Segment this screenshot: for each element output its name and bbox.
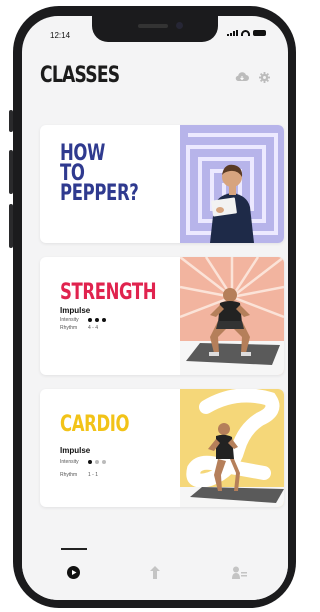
card-title: CARDIO (60, 412, 130, 437)
status-time: 12:14 (50, 31, 71, 40)
wifi-icon (241, 30, 250, 36)
gear-icon[interactable] (259, 72, 270, 83)
status-icons (227, 30, 266, 36)
intensity-label: Intensity (60, 459, 79, 465)
intensity-dots (88, 317, 106, 323)
front-camera (176, 22, 183, 29)
strength-exercise-image (180, 257, 284, 375)
speaker (138, 24, 168, 28)
active-tab-indicator (61, 548, 87, 550)
tab-profile[interactable] (232, 566, 247, 584)
card-title: HOW TO PEPPER? (60, 141, 139, 206)
rhythm-label: Rhythm (60, 325, 78, 331)
intensity-row: Intensity (60, 317, 106, 323)
volume-up-button (9, 150, 13, 194)
bottom-tab-bar (22, 548, 288, 600)
class-card-how-to-pepper[interactable]: HOW TO PEPPER? (40, 125, 284, 243)
rhythm-row: Rhythm 1 - 1 (60, 472, 98, 478)
cardio-exercise-image (180, 389, 284, 507)
tab-play[interactable] (67, 566, 80, 584)
intensity-label: Intensity (60, 317, 79, 323)
class-name: Impulse (60, 446, 91, 455)
signal-icon (227, 30, 238, 36)
app-screen: 12:14 CLASSES HOW TO PEPPER? STRENGTH Im… (22, 16, 288, 600)
class-card-strength[interactable]: STRENGTH Impulse Intensity Rhythm 4 - 4 (40, 257, 284, 375)
profile-list-icon (232, 566, 247, 583)
rhythm-label: Rhythm (60, 472, 78, 478)
rhythm-value: 1 - 1 (88, 472, 99, 478)
rhythm-row: Rhythm 4 - 4 (60, 325, 98, 331)
upload-arrow-icon (150, 566, 160, 583)
battery-icon (253, 30, 266, 36)
tab-upload[interactable] (150, 566, 160, 584)
intensity-dots (88, 459, 106, 465)
play-icon (67, 566, 80, 583)
volume-down-button (9, 204, 13, 248)
cloud-download-icon[interactable] (235, 72, 249, 83)
card-title: STRENGTH (60, 280, 157, 305)
header-actions (235, 72, 270, 83)
page-title: CLASSES (40, 63, 120, 88)
rhythm-value: 4 - 4 (88, 325, 99, 331)
instructor-image (180, 125, 284, 243)
notch (92, 16, 218, 42)
class-name: Impulse (60, 306, 91, 315)
mute-switch (9, 110, 13, 132)
intensity-row: Intensity (60, 459, 106, 465)
class-card-cardio[interactable]: CARDIO Impulse Intensity Rhythm 1 - 1 (40, 389, 284, 507)
